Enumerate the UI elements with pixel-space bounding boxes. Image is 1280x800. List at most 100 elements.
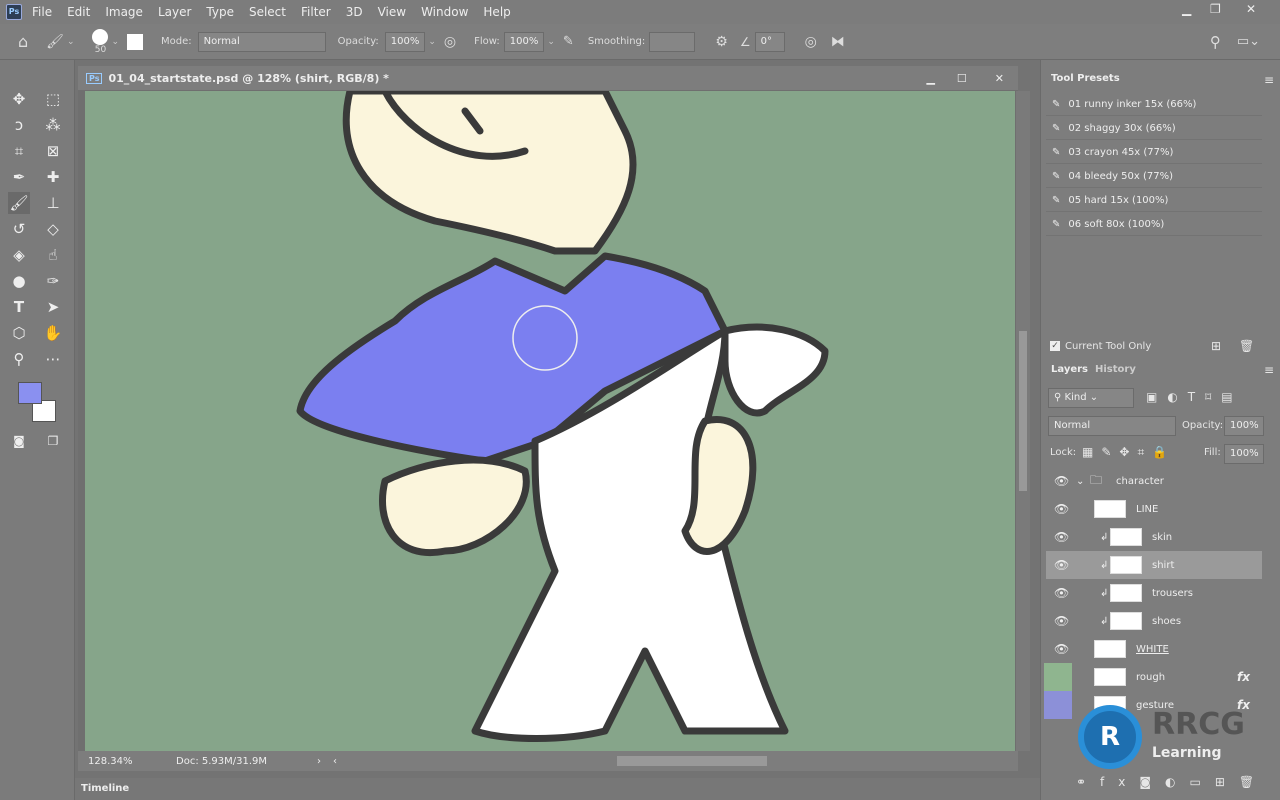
timeline-tab[interactable]: Timeline xyxy=(81,783,129,794)
brush-tool-icon[interactable]: 🖌 xyxy=(46,34,64,50)
tab-history[interactable]: History xyxy=(1095,364,1136,375)
layer-row[interactable]: 👁 ↲ trousers xyxy=(1046,579,1262,607)
zoom-level[interactable]: 128.34% xyxy=(88,756,168,767)
menu-3d[interactable]: 3D xyxy=(346,5,363,19)
visibility-toggle[interactable] xyxy=(1044,663,1072,691)
layer-row[interactable]: 👁 ↲ shoes xyxy=(1046,607,1262,635)
horizontal-scrollbar[interactable] xyxy=(617,756,768,766)
status-expand-icon[interactable]: › xyxy=(317,756,321,767)
menu-help[interactable]: Help xyxy=(483,5,510,19)
layer-row[interactable]: 👁 ⌄ 🗀 character xyxy=(1046,467,1262,495)
tool-preset-item[interactable]: ✎ 06 soft 80x (100%) xyxy=(1046,213,1262,236)
menu-file[interactable]: File xyxy=(32,5,52,19)
layer-opacity-field[interactable]: 100% xyxy=(1224,416,1264,436)
pen-tool-icon[interactable]: ✑ xyxy=(42,270,64,292)
menu-select[interactable]: Select xyxy=(249,5,286,19)
layer-row[interactable]: 👁 ↲ shirt xyxy=(1046,551,1262,579)
hscroll-left-icon[interactable]: ‹ xyxy=(333,756,337,767)
tool-preset-item[interactable]: ✎ 01 runny inker 15x (66%) xyxy=(1046,93,1262,116)
airbrush-icon[interactable]: ✎ xyxy=(563,34,574,49)
doc-minimize-button[interactable]: ▁ xyxy=(926,72,934,85)
menu-filter[interactable]: Filter xyxy=(301,5,331,19)
path-select-icon[interactable]: ➤ xyxy=(42,296,64,318)
healing-brush-icon[interactable]: ✚ xyxy=(42,166,64,188)
chevron-down-icon[interactable]: ⌄ xyxy=(1076,476,1084,487)
chevron-down-icon[interactable]: ⌄ xyxy=(111,37,119,47)
menu-view[interactable]: View xyxy=(378,5,406,19)
doc-maximize-button[interactable]: ☐ xyxy=(957,72,967,85)
pressure-size-icon[interactable]: ◎ xyxy=(805,34,817,50)
visibility-toggle[interactable] xyxy=(1044,691,1072,719)
fx-icon[interactable]: fx xyxy=(1237,670,1250,684)
brush-tool-icon[interactable]: 🖌 xyxy=(8,192,30,214)
eye-icon[interactable]: 👁 xyxy=(1054,474,1069,488)
fill-field[interactable]: 100% xyxy=(1224,444,1264,464)
doc-close-button[interactable]: ✕ xyxy=(995,72,1004,85)
zoom-tool-icon[interactable]: ⚲ xyxy=(8,348,30,370)
eye-icon[interactable]: 👁 xyxy=(1054,558,1069,572)
workspace-icon[interactable]: ▭⌄ xyxy=(1237,34,1260,49)
tool-preset-item[interactable]: ✎ 02 shaggy 30x (66%) xyxy=(1046,117,1262,140)
search-icon[interactable]: ⚲ xyxy=(1210,33,1221,51)
document-tab[interactable]: Ps 01_04_startstate.psd @ 128% (shirt, R… xyxy=(78,66,1018,90)
current-tool-only-checkbox[interactable]: ✓ xyxy=(1050,341,1060,351)
eyedropper-icon[interactable]: ✒ xyxy=(8,166,30,188)
layer-row[interactable]: 👁 ↲ skin xyxy=(1046,523,1262,551)
opacity-field[interactable]: 100% xyxy=(384,31,426,52)
tab-layers[interactable]: Layers xyxy=(1051,364,1088,375)
tool-preset-item[interactable]: ✎ 03 crayon 45x (77%) xyxy=(1046,141,1262,164)
eye-icon[interactable]: 👁 xyxy=(1054,642,1069,656)
more-tools-icon[interactable]: ⋯ xyxy=(42,348,64,370)
layer-row[interactable]: 👁 LINE xyxy=(1046,495,1262,523)
eye-icon[interactable]: 👁 xyxy=(1054,614,1069,628)
chevron-down-icon[interactable]: ⌄ xyxy=(67,37,75,47)
chevron-down-icon[interactable]: ⌄ xyxy=(547,37,555,47)
blend-mode-select[interactable]: Normal xyxy=(1048,416,1176,436)
lasso-tool-icon[interactable]: ↄ xyxy=(8,114,30,136)
eraser-icon[interactable]: ◇ xyxy=(42,218,64,240)
symmetry-icon[interactable]: ⧓ xyxy=(831,34,845,50)
menu-image[interactable]: Image xyxy=(105,5,143,19)
frame-tool-icon[interactable]: ⊠ xyxy=(42,140,64,162)
paint-bucket-icon[interactable]: ◈ xyxy=(8,244,30,266)
filter-icons[interactable]: ▣◐T⌑▤ xyxy=(1146,390,1243,404)
home-icon[interactable]: ⌂ xyxy=(18,32,28,51)
layer-row[interactable]: rough fx xyxy=(1044,663,1262,691)
brush-size-picker[interactable]: 50 xyxy=(92,28,109,55)
menu-type[interactable]: Type xyxy=(206,5,234,19)
chevron-down-icon[interactable]: ⌄ xyxy=(428,37,436,47)
type-tool-icon[interactable]: T xyxy=(8,296,30,318)
stamp-tool-icon[interactable]: ⊥ xyxy=(42,192,64,214)
smoothing-field[interactable] xyxy=(649,31,696,52)
pressure-opacity-icon[interactable]: ◎ xyxy=(444,34,456,50)
mode-select[interactable]: Normal xyxy=(197,31,326,52)
gear-icon[interactable]: ⚙ xyxy=(715,34,728,50)
new-preset-icon[interactable]: ⊞ xyxy=(1211,339,1221,353)
menu-layer[interactable]: Layer xyxy=(158,5,191,19)
dodge-icon[interactable]: ● xyxy=(8,270,30,292)
rotate-view-icon[interactable]: ✋ xyxy=(42,322,64,344)
foreground-color-swatch[interactable] xyxy=(18,382,42,404)
quick-mask-icon[interactable]: ◙ xyxy=(8,430,30,452)
tool-presets-tab[interactable]: Tool Presets xyxy=(1051,73,1120,84)
brush-settings-icon[interactable] xyxy=(127,33,144,50)
eye-icon[interactable]: 👁 xyxy=(1054,502,1069,516)
magic-wand-icon[interactable]: ⁂ xyxy=(42,114,64,136)
panel-menu-icon[interactable]: ≡ xyxy=(1264,73,1274,87)
shape-tool-icon[interactable]: ⬡ xyxy=(8,322,30,344)
canvas[interactable] xyxy=(85,91,1015,751)
minimize-button[interactable]: ▁ xyxy=(1182,2,1191,16)
eye-icon[interactable]: 👁 xyxy=(1054,586,1069,600)
angle-field[interactable]: 0° xyxy=(754,31,785,52)
restore-button[interactable]: ❐ xyxy=(1210,2,1221,16)
eye-icon[interactable]: 👁 xyxy=(1054,530,1069,544)
crop-tool-icon[interactable]: ⌗ xyxy=(8,140,30,162)
trash-icon[interactable]: 🗑 xyxy=(1239,339,1254,353)
smudge-icon[interactable]: ☝ xyxy=(42,244,64,266)
tool-preset-item[interactable]: ✎ 05 hard 15x (100%) xyxy=(1046,189,1262,212)
move-tool-icon[interactable]: ✥ xyxy=(8,88,30,110)
close-app-button[interactable]: ✕ xyxy=(1246,2,1256,16)
history-brush-icon[interactable]: ↺ xyxy=(8,218,30,240)
layer-row[interactable]: 👁 WHITE xyxy=(1046,635,1262,663)
screen-mode-icon[interactable]: ❐ xyxy=(42,430,64,452)
